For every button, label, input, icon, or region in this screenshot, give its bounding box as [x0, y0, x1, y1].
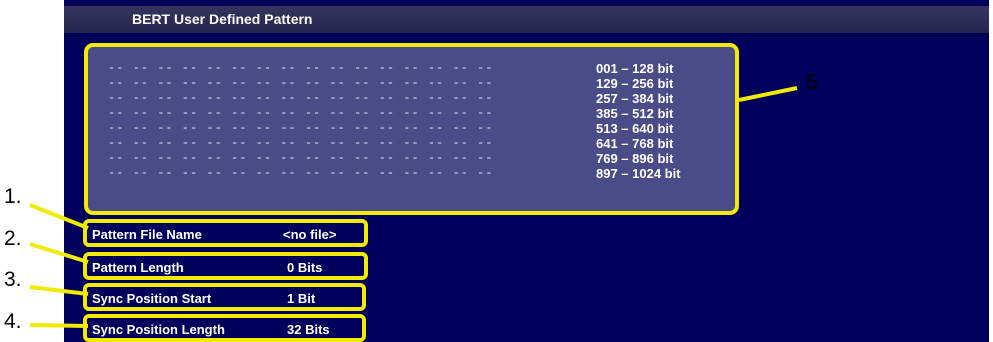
- leader-line-2: [29, 242, 89, 264]
- callout-marker-4: 4.: [4, 310, 22, 333]
- leader-line-3: [29, 285, 89, 296]
- callout-marker-2: 2.: [4, 227, 22, 250]
- callout-marker-1: 1.: [4, 185, 22, 208]
- callout-marker-3: 3.: [4, 268, 22, 291]
- leader-line-1: [29, 203, 89, 230]
- callout-leader-lines: [29, 86, 798, 328]
- leader-line-5: [738, 86, 798, 102]
- leader-line-4: [29, 323, 89, 328]
- callout-marker-5: 5: [806, 71, 818, 94]
